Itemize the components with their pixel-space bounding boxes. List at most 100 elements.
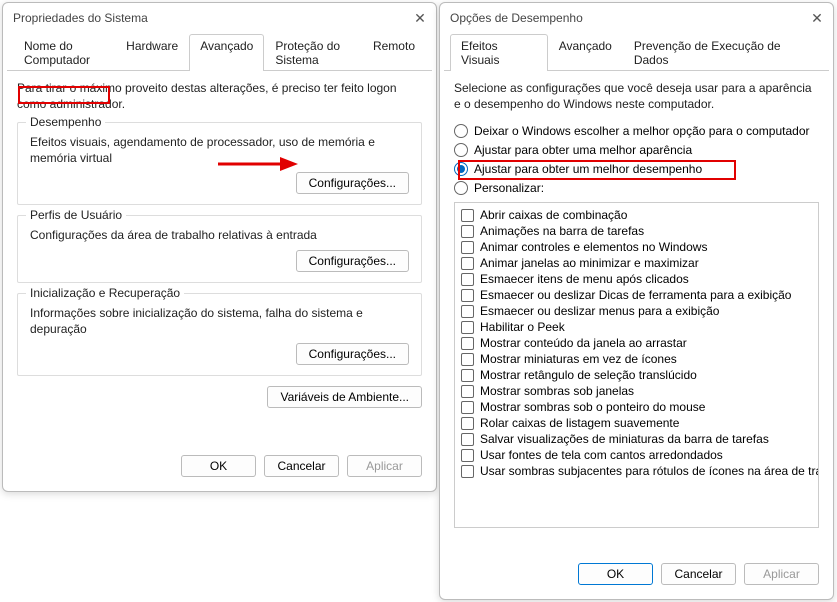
checkbox-icon [461, 273, 474, 286]
tab-hardware[interactable]: Hardware [115, 34, 189, 71]
body: Para tirar o máximo proveito destas alte… [3, 71, 436, 418]
radio-best-appearance[interactable]: Ajustar para obter uma melhor aparência [454, 141, 819, 160]
user-profiles-settings-button[interactable]: Configurações... [296, 250, 409, 272]
check-row[interactable]: Esmaecer ou deslizar Dicas de ferramenta… [459, 287, 814, 303]
checkbox-icon [461, 289, 474, 302]
checkbox-icon [461, 433, 474, 446]
startup-recovery-title: Inicialização e Recuperação [26, 286, 184, 300]
instructions: Selecione as configurações que você dese… [454, 81, 819, 112]
checkbox-icon [461, 417, 474, 430]
tab-advanced[interactable]: Avançado [548, 34, 623, 71]
check-label: Esmaecer ou deslizar Dicas de ferramenta… [480, 288, 791, 302]
startup-recovery-settings-button[interactable]: Configurações... [296, 343, 409, 365]
apply-button[interactable]: Aplicar [347, 455, 422, 477]
ok-button[interactable]: OK [578, 563, 653, 585]
footer: OK Cancelar Aplicar [440, 553, 833, 599]
check-label: Abrir caixas de combinação [480, 208, 627, 222]
check-row[interactable]: Esmaecer itens de menu após clicados [459, 271, 814, 287]
tab-remote[interactable]: Remoto [362, 34, 426, 71]
startup-recovery-group: Inicialização e Recuperação Informações … [17, 293, 422, 376]
check-row[interactable]: Salvar visualizações de miniaturas da ba… [459, 431, 814, 447]
radio-let-windows-choose[interactable]: Deixar o Windows escolher a melhor opção… [454, 122, 819, 141]
check-label: Mostrar retângulo de seleção translúcido [480, 368, 697, 382]
check-row[interactable]: Esmaecer ou deslizar menus para a exibiç… [459, 303, 814, 319]
tabs: Nome do Computador Hardware Avançado Pro… [7, 33, 432, 71]
user-profiles-title: Perfis de Usuário [26, 208, 126, 222]
checkbox-icon [461, 241, 474, 254]
check-row[interactable]: Abrir caixas de combinação [459, 207, 814, 223]
performance-title: Desempenho [26, 115, 105, 129]
performance-group: Desempenho Efeitos visuais, agendamento … [17, 122, 422, 205]
radio-icon [454, 162, 468, 176]
check-row[interactable]: Usar fontes de tela com cantos arredonda… [459, 447, 814, 463]
check-row[interactable]: Mostrar retângulo de seleção translúcido [459, 367, 814, 383]
tab-computer-name[interactable]: Nome do Computador [13, 34, 115, 71]
footer: OK Cancelar Aplicar [3, 445, 436, 491]
close-icon[interactable]: ✕ [811, 12, 823, 24]
check-label: Salvar visualizações de miniaturas da ba… [480, 432, 769, 446]
checkbox-icon [461, 353, 474, 366]
cancel-button[interactable]: Cancelar [264, 455, 339, 477]
check-row[interactable]: Animar janelas ao minimizar e maximizar [459, 255, 814, 271]
titlebar: Opções de Desempenho ✕ [440, 3, 833, 33]
check-label: Usar fontes de tela com cantos arredonda… [480, 448, 723, 462]
checkbox-icon [461, 225, 474, 238]
performance-settings-button[interactable]: Configurações... [296, 172, 409, 194]
check-label: Animar janelas ao minimizar e maximizar [480, 256, 699, 270]
apply-button[interactable]: Aplicar [744, 563, 819, 585]
ok-button[interactable]: OK [181, 455, 256, 477]
checkbox-icon [461, 209, 474, 222]
checkbox-icon [461, 401, 474, 414]
check-row[interactable]: Mostrar miniaturas em vez de ícones [459, 351, 814, 367]
check-label: Esmaecer itens de menu após clicados [480, 272, 689, 286]
checkbox-icon [461, 449, 474, 462]
checkbox-icon [461, 369, 474, 382]
radio-list: Deixar o Windows escolher a melhor opção… [454, 122, 819, 198]
window-title: Opções de Desempenho [450, 11, 583, 25]
check-label: Habilitar o Peek [480, 320, 565, 334]
checkbox-icon [461, 305, 474, 318]
checkbox-icon [461, 337, 474, 350]
check-label: Animações na barra de tarefas [480, 224, 644, 238]
system-properties-window: Propriedades do Sistema ✕ Nome do Comput… [2, 2, 437, 492]
tab-visual-effects[interactable]: Efeitos Visuais [450, 34, 548, 71]
checkbox-icon [461, 385, 474, 398]
tab-system-protection[interactable]: Proteção do Sistema [264, 34, 362, 71]
close-icon[interactable]: ✕ [414, 12, 426, 24]
tab-dep[interactable]: Prevenção de Execução de Dados [623, 34, 823, 71]
check-row[interactable]: Mostrar sombras sob janelas [459, 383, 814, 399]
check-label: Usar sombras subjacentes para rótulos de… [480, 464, 819, 478]
checkbox-icon [461, 257, 474, 270]
tabs: Efeitos Visuais Avançado Prevenção de Ex… [444, 33, 829, 71]
check-row[interactable]: Animar controles e elementos no Windows [459, 239, 814, 255]
window-title: Propriedades do Sistema [13, 11, 148, 25]
radio-icon [454, 124, 468, 138]
radio-label: Deixar o Windows escolher a melhor opção… [474, 124, 810, 138]
check-label: Mostrar sombras sob o ponteiro do mouse [480, 400, 705, 414]
radio-best-performance[interactable]: Ajustar para obter um melhor desempenho [454, 160, 819, 179]
admin-note: Para tirar o máximo proveito destas alte… [17, 81, 422, 112]
cancel-button[interactable]: Cancelar [661, 563, 736, 585]
check-label: Esmaecer ou deslizar menus para a exibiç… [480, 304, 719, 318]
titlebar: Propriedades do Sistema ✕ [3, 3, 436, 33]
user-profiles-group: Perfis de Usuário Configurações da área … [17, 215, 422, 283]
check-row[interactable]: Animações na barra de tarefas [459, 223, 814, 239]
check-label: Rolar caixas de listagem suavemente [480, 416, 679, 430]
checkbox-icon [461, 321, 474, 334]
radio-custom[interactable]: Personalizar: [454, 179, 819, 198]
check-row[interactable]: Mostrar sombras sob o ponteiro do mouse [459, 399, 814, 415]
body: Selecione as configurações que você dese… [440, 71, 833, 538]
environment-variables-button[interactable]: Variáveis de Ambiente... [267, 386, 422, 408]
check-row[interactable]: Rolar caixas de listagem suavemente [459, 415, 814, 431]
check-row[interactable]: Habilitar o Peek [459, 319, 814, 335]
check-label: Mostrar conteúdo da janela ao arrastar [480, 336, 687, 350]
checkbox-icon [461, 465, 474, 478]
check-row[interactable]: Mostrar conteúdo da janela ao arrastar [459, 335, 814, 351]
performance-options-window: Opções de Desempenho ✕ Efeitos Visuais A… [439, 2, 834, 600]
check-label: Mostrar sombras sob janelas [480, 384, 634, 398]
tab-advanced[interactable]: Avançado [189, 34, 264, 71]
visual-effects-checklist[interactable]: Abrir caixas de combinação Animações na b… [454, 202, 819, 528]
performance-desc: Efeitos visuais, agendamento de processa… [30, 135, 409, 166]
check-row[interactable]: Usar sombras subjacentes para rótulos de… [459, 463, 814, 479]
radio-label: Ajustar para obter uma melhor aparência [474, 143, 692, 157]
